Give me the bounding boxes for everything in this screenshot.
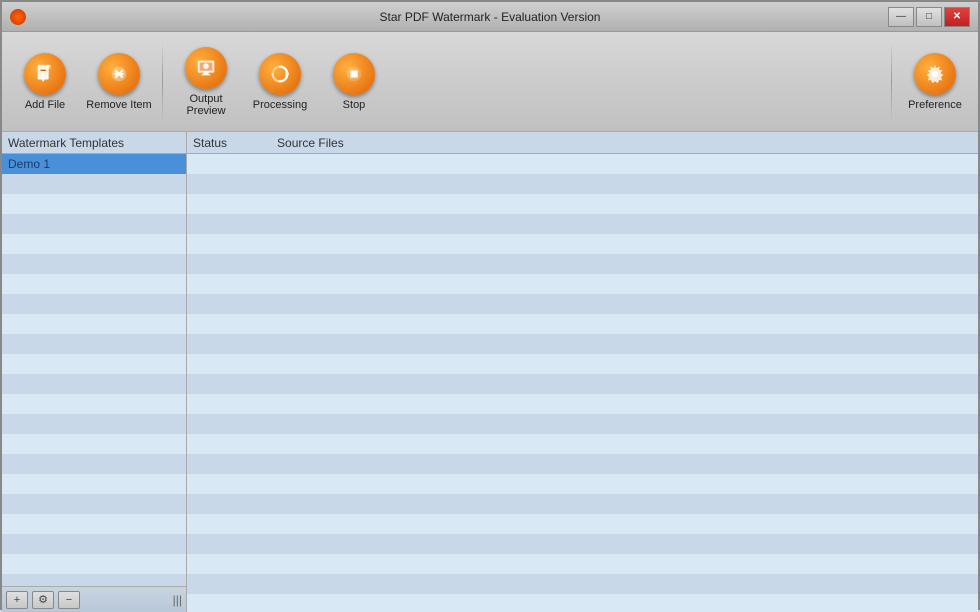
list-item[interactable]	[2, 194, 186, 214]
list-item[interactable]	[2, 414, 186, 434]
add-file-icon	[24, 53, 66, 95]
title-bar-controls: — □ ✕	[888, 7, 970, 27]
watermark-templates-header: Watermark Templates	[2, 132, 186, 154]
table-row	[187, 374, 978, 394]
preference-icon	[914, 53, 956, 95]
panel-footer: + ⚙ − |||	[2, 586, 186, 612]
table-row	[187, 154, 978, 174]
table-row	[187, 214, 978, 234]
list-item[interactable]	[2, 334, 186, 354]
list-item[interactable]	[2, 374, 186, 394]
table-row	[187, 454, 978, 474]
right-panel: Status Source Files	[187, 132, 978, 612]
settings-template-button[interactable]: ⚙	[32, 591, 54, 609]
table-row	[187, 474, 978, 494]
output-preview-label: Output Preview	[171, 93, 241, 117]
list-item[interactable]: Demo 1	[2, 154, 186, 174]
list-item[interactable]	[2, 534, 186, 554]
toolbar-separator-1	[162, 42, 163, 122]
remove-template-button[interactable]: −	[58, 591, 80, 609]
table-row	[187, 514, 978, 534]
list-item[interactable]	[2, 314, 186, 334]
toolbar: Add File Remove Item Output Preview	[2, 32, 978, 132]
table-row	[187, 294, 978, 314]
right-panel-header: Status Source Files	[187, 132, 978, 154]
list-item[interactable]	[2, 454, 186, 474]
table-row	[187, 554, 978, 574]
preference-label: Preference	[908, 99, 962, 111]
remove-item-label: Remove Item	[86, 99, 151, 111]
table-row	[187, 414, 978, 434]
remove-item-button[interactable]: Remove Item	[84, 39, 154, 124]
files-list	[187, 154, 978, 612]
remove-item-icon	[98, 53, 140, 95]
table-row	[187, 434, 978, 454]
add-file-label: Add File	[25, 99, 65, 111]
toolbar-separator-2	[891, 42, 892, 122]
table-row	[187, 494, 978, 514]
app-icon	[10, 9, 26, 25]
processing-label: Processing	[253, 99, 307, 111]
list-item[interactable]	[2, 474, 186, 494]
status-column-header: Status	[193, 136, 227, 150]
preference-button[interactable]: Preference	[900, 39, 970, 124]
source-files-column-header: Source Files	[277, 136, 344, 150]
table-row	[187, 254, 978, 274]
list-item[interactable]	[2, 274, 186, 294]
list-item[interactable]	[2, 234, 186, 254]
table-row	[187, 354, 978, 374]
table-row	[187, 534, 978, 554]
title-bar: Star PDF Watermark - Evaluation Version …	[2, 2, 978, 32]
maximize-button[interactable]: □	[916, 7, 942, 27]
list-item[interactable]	[2, 214, 186, 234]
resize-handle[interactable]: |||	[173, 593, 182, 607]
window-title: Star PDF Watermark - Evaluation Version	[380, 10, 601, 24]
list-item[interactable]	[2, 514, 186, 534]
list-item[interactable]	[2, 354, 186, 374]
list-item[interactable]	[2, 554, 186, 574]
add-file-button[interactable]: Add File	[10, 39, 80, 124]
table-row	[187, 334, 978, 354]
table-row	[187, 394, 978, 414]
add-template-button[interactable]: +	[6, 591, 28, 609]
table-row	[187, 174, 978, 194]
table-row	[187, 594, 978, 612]
list-item[interactable]	[2, 394, 186, 414]
main-content: Watermark Templates Demo 1 + ⚙ − ||| Sta…	[2, 132, 978, 612]
list-item[interactable]	[2, 494, 186, 514]
stop-label: Stop	[343, 99, 366, 111]
processing-icon	[259, 53, 301, 95]
table-row	[187, 314, 978, 334]
list-item[interactable]	[2, 174, 186, 194]
list-item[interactable]	[2, 294, 186, 314]
table-row	[187, 194, 978, 214]
output-preview-button[interactable]: Output Preview	[171, 39, 241, 124]
list-item[interactable]	[2, 434, 186, 454]
watermark-templates-list: Demo 1	[2, 154, 186, 586]
list-item[interactable]	[2, 574, 186, 586]
left-panel: Watermark Templates Demo 1 + ⚙ − |||	[2, 132, 187, 612]
table-row	[187, 234, 978, 254]
stop-icon	[333, 53, 375, 95]
close-button[interactable]: ✕	[944, 7, 970, 27]
minimize-button[interactable]: —	[888, 7, 914, 27]
output-preview-icon	[185, 47, 227, 89]
list-item[interactable]	[2, 254, 186, 274]
table-row	[187, 274, 978, 294]
title-bar-left	[10, 9, 32, 25]
stop-button[interactable]: Stop	[319, 39, 389, 124]
table-row	[187, 574, 978, 594]
processing-button[interactable]: Processing	[245, 39, 315, 124]
